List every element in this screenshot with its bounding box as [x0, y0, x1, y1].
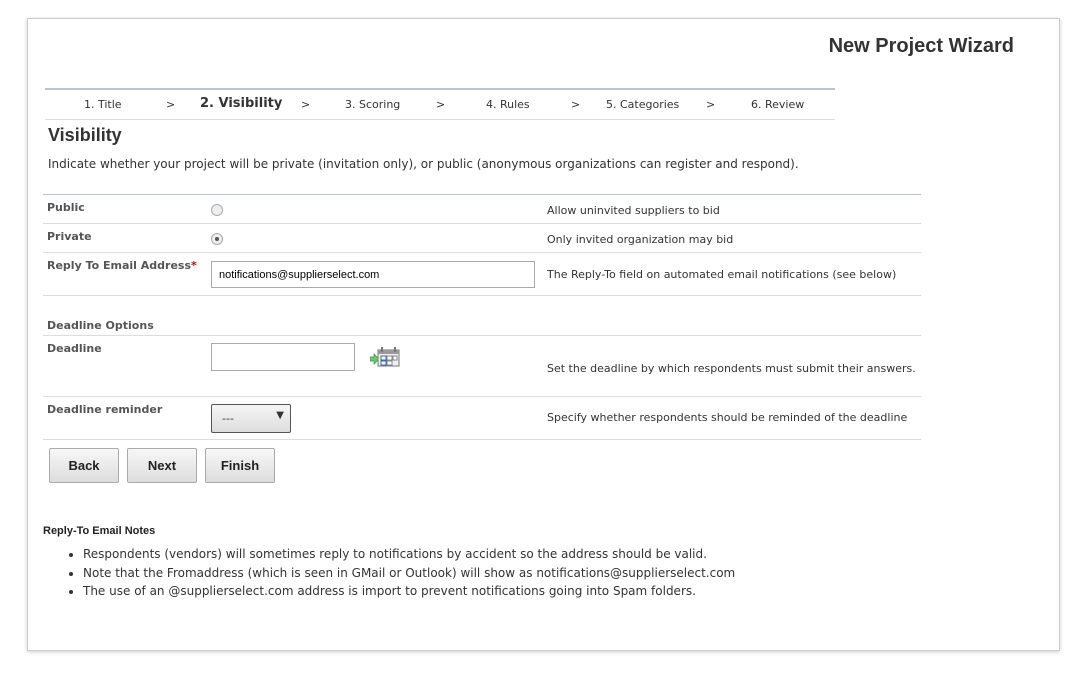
- step-rules[interactable]: 4. Rules: [486, 98, 530, 111]
- deadline-input[interactable]: [211, 343, 355, 371]
- section-intro: Indicate whether your project will be pr…: [48, 157, 799, 171]
- calendar-icon[interactable]: [369, 347, 400, 367]
- step-scoring[interactable]: 3. Scoring: [345, 98, 400, 111]
- list-item: The use of an @supplierselect.com addres…: [83, 582, 735, 601]
- public-desc: Allow uninvited suppliers to bid: [547, 204, 720, 217]
- reply-label-text: Reply To Email Address: [47, 259, 192, 272]
- required-marker: *: [191, 259, 197, 272]
- step-review[interactable]: 6. Review: [751, 98, 804, 111]
- deadline-desc: Set the deadline by which respondents mu…: [547, 362, 916, 375]
- list-item: Note that the Fromaddress (which is seen…: [83, 564, 735, 583]
- section-title: Visibility: [48, 125, 122, 145]
- step-separator: >: [166, 98, 176, 111]
- public-row: Public Allow uninvited suppliers to bid: [43, 194, 921, 224]
- reply-label: Reply To Email Address*: [47, 259, 197, 272]
- notes-title: Reply-To Email Notes: [43, 525, 156, 537]
- page-title: New Project Wizard: [828, 35, 1014, 57]
- deadline-options-heading: Deadline Options: [47, 319, 154, 332]
- reminder-label: Deadline reminder: [47, 403, 163, 416]
- step-categories[interactable]: 5. Categories: [606, 98, 679, 111]
- list-item: Respondents (vendors) will sometimes rep…: [83, 545, 735, 564]
- reminder-row: Deadline reminder --- ▼ Specify whether …: [43, 396, 921, 440]
- chevron-down-icon: ▼: [276, 410, 284, 421]
- private-radio[interactable]: [211, 233, 223, 245]
- back-button[interactable]: Back: [49, 448, 119, 483]
- deadline-options-row: Deadline Options: [43, 295, 921, 336]
- finish-button[interactable]: Finish: [205, 448, 275, 483]
- private-label: Private: [47, 230, 92, 243]
- next-button[interactable]: Next: [127, 448, 197, 483]
- wizard-card: New Project Wizard 1. Title > 2. Visibil…: [27, 18, 1060, 651]
- reply-email-input[interactable]: [211, 261, 535, 288]
- notes-list: Respondents (vendors) will sometimes rep…: [43, 545, 735, 601]
- deadline-label: Deadline: [47, 342, 102, 355]
- reminder-select[interactable]: --- ▼: [211, 404, 291, 433]
- step-visibility: 2. Visibility: [200, 96, 283, 111]
- divider: [43, 439, 921, 440]
- reply-row: Reply To Email Address* The Reply-To fie…: [43, 252, 921, 296]
- deadline-row: Deadline Set the deadline by which respo…: [43, 335, 921, 397]
- reminder-value: ---: [222, 412, 234, 425]
- private-row: Private Only invited organization may bi…: [43, 223, 921, 253]
- private-desc: Only invited organization may bid: [547, 233, 734, 246]
- wizard-steps: 1. Title > 2. Visibility > 3. Scoring > …: [45, 88, 835, 120]
- public-radio[interactable]: [211, 204, 223, 216]
- step-separator: >: [436, 98, 446, 111]
- public-label: Public: [47, 201, 85, 214]
- step-separator: >: [706, 98, 716, 111]
- step-separator: >: [301, 98, 311, 111]
- reminder-desc: Specify whether respondents should be re…: [547, 411, 908, 424]
- step-title[interactable]: 1. Title: [84, 98, 122, 111]
- reply-desc: The Reply-To field on automated email no…: [547, 268, 897, 281]
- step-separator: >: [571, 98, 581, 111]
